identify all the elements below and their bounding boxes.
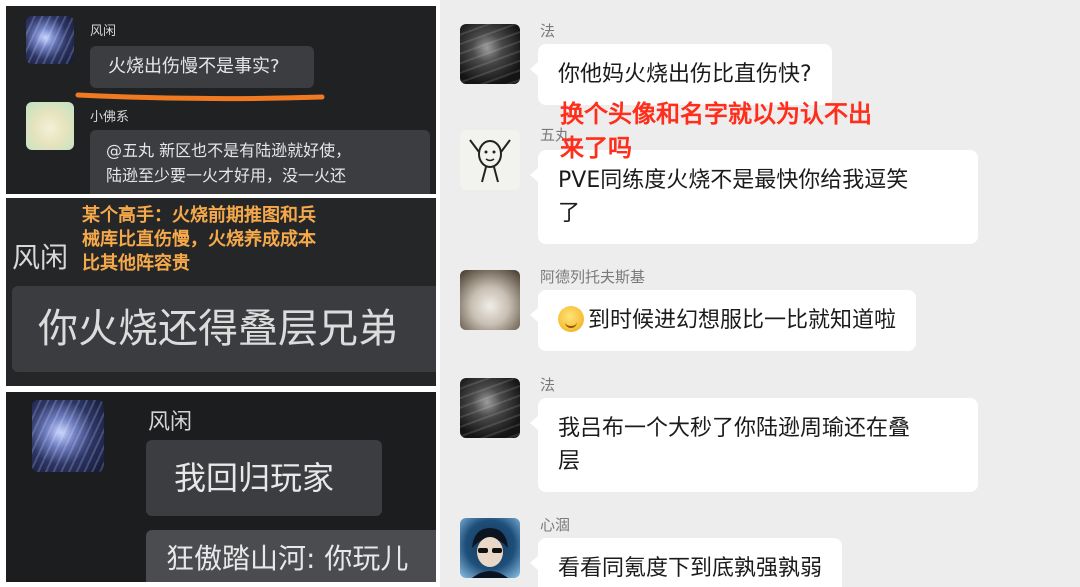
message-bubble[interactable]: 我吕布一个大秒了你陆逊周瑜还在叠 层 [530,398,978,492]
message-text: 到时候进幻想服比一比就知道啦 [588,308,897,333]
sender-name: 法 [540,22,556,40]
husky-dog-avatar-icon[interactable] [460,270,520,330]
chat-screenshot-panel-1: 风闲 火烧出伤慢不是事实? 小佛系 @五丸 新区也不是有陆逊就好使， 陆逊至少要… [6,6,436,194]
sender-name: 法 [540,376,556,394]
sender-name: 风闲 [90,24,117,39]
message-line: @五丸 新区也不是有陆逊就好使， [106,141,352,160]
sender-name: 小佛系 [90,110,130,125]
message-bubble[interactable]: 看看同氪度下到底孰强孰弱 [529,538,843,587]
message-bubble-partial[interactable]: 狂傲踏山河: 你玩儿 [146,530,436,582]
message-bubble[interactable]: 你他妈火烧出伤比直伤快? [530,44,832,105]
sunglasses-boy-avatar-icon[interactable] [460,518,520,578]
dark-anime-avatar-icon[interactable] [460,24,520,84]
message-line: PVE同练度火烧不是最快你给我逗笑 [558,168,909,193]
message-bubble[interactable]: 火烧出伤慢不是事实? [90,46,314,88]
annotation-caption: 某个高手：火烧前期推图和兵 械库比直伤慢，火烧养成成本 比其他阵容贵 [82,204,412,276]
storm-avatar-icon[interactable] [26,16,74,64]
message-line: 陆逊至少要一火才好用，没一火还 [106,166,347,185]
boy-face-icon [472,528,508,578]
doodle-character-avatar-icon[interactable] [460,130,520,190]
caption-line: 比其他阵容贵 [82,253,190,274]
doodle-figure-icon [469,139,511,183]
chat-screenshot-panel-3: 风闲 我回归玩家 狂傲踏山河: 你玩儿 [6,392,436,582]
message-line: 了 [558,201,581,226]
thinking-face-emoji-icon [558,306,584,332]
overlay-line: 来了吗 [560,134,632,162]
caption-line: 械库比直伤慢，火烧养成成本 [82,229,316,250]
left-screenshot-column: 风闲 火烧出伤慢不是事实? 小佛系 @五丸 新区也不是有陆逊就好使， 陆逊至少要… [0,0,440,587]
sender-name: 风闲 [12,241,69,274]
message-line: 层 [558,449,581,474]
storm-avatar-icon[interactable] [32,400,104,472]
right-chat-window: 法 你他妈火烧出伤比直伤快? 五丸 PVE同练度火烧不是最快你给我逗笑 了 阿德… [440,0,1080,587]
caption-line: 某个高手：火烧前期推图和兵 [82,205,316,226]
sender-name: 风闲 [148,410,193,435]
message-bubble[interactable]: 你火烧还得叠层兄弟 [12,286,436,372]
message-line: 我吕布一个大秒了你陆逊周瑜还在叠 [558,416,911,441]
message-bubble[interactable]: @五丸 新区也不是有陆逊就好使， 陆逊至少要一火才好用，没一火还 [90,130,430,194]
chat-screenshot-panel-2: 某个高手：火烧前期推图和兵 械库比直伤慢，火烧养成成本 比其他阵容贵 风闲 你火… [6,198,436,386]
cake-avatar-icon[interactable] [26,102,74,150]
red-overlay-caption: 换个头像和名字就以为认不出 来了吗 [560,97,960,165]
sender-name: 心涸 [540,516,571,534]
overlay-line: 换个头像和名字就以为认不出 [560,100,872,128]
message-bubble[interactable]: 到时候进幻想服比一比就知道啦 [529,290,917,351]
sender-name: 阿德列托夫斯基 [540,268,646,286]
highlight-underline [75,92,325,102]
message-bubble[interactable]: 我回归玩家 [146,440,382,516]
dark-anime-avatar-icon[interactable] [460,378,520,438]
